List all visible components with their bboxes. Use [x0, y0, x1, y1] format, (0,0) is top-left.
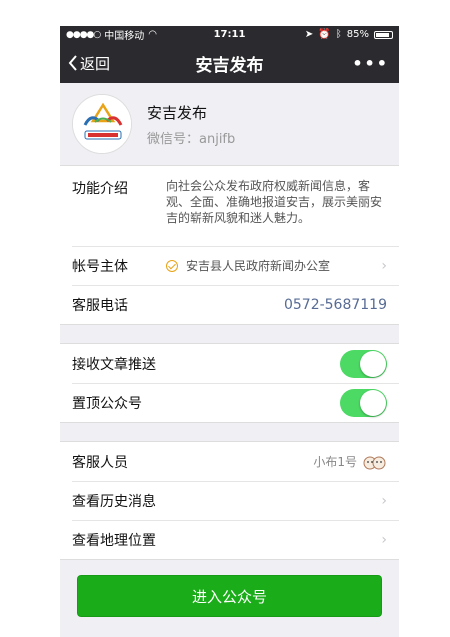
wechat-id: 微信号：anjifb	[147, 131, 236, 147]
page-title: 安吉发布	[195, 55, 264, 76]
chevron-left-icon	[68, 55, 77, 71]
pin-toggle[interactable]	[340, 388, 387, 417]
account-logo	[72, 94, 132, 154]
status-bar: ●●●●○ 中国移动 ◠ 17:11 ➤ ⏰ ᛒ 85%	[60, 26, 399, 43]
agent-value: 小布1号	[313, 455, 357, 469]
back-button[interactable]: 返回	[60, 53, 110, 74]
account-name: 安吉发布	[147, 103, 208, 122]
chevron-right-icon: ›	[381, 531, 387, 548]
receive-toggle[interactable]	[340, 349, 387, 378]
intro-label: 功能介绍	[72, 181, 128, 197]
location-row[interactable]: 查看地理位置 ›	[60, 520, 399, 559]
agent-row[interactable]: 客服人员 小布1号	[60, 442, 399, 481]
intro-text: 向社会公众发布政府权威新闻信息，客观、全面、准确地报道安吉，展示美丽安吉的崭新风…	[166, 179, 383, 225]
owner-label: 帐号主体	[72, 258, 128, 275]
details-section: 功能介绍 向社会公众发布政府权威新闻信息，客观、全面、准确地报道安吉，展示美丽安…	[60, 165, 399, 325]
pin-label: 置顶公众号	[72, 395, 142, 412]
more-section: 客服人员 小布1号 查看历史消息 › 查看地理位置 ›	[60, 441, 399, 560]
agent-avatar	[361, 451, 387, 472]
chevron-right-icon: ›	[381, 257, 387, 274]
intro-row: 功能介绍 向社会公众发布政府权威新闻信息，客观、全面、准确地报道安吉，展示美丽安…	[60, 166, 399, 246]
settings-section: 接收文章推送 置顶公众号	[60, 343, 399, 423]
history-label: 查看历史消息	[72, 493, 156, 510]
chevron-right-icon: ›	[381, 492, 387, 509]
back-label: 返回	[80, 54, 111, 73]
more-icon[interactable]: •••	[352, 54, 399, 73]
profile-header: 安吉发布 微信号：anjifb	[60, 83, 399, 165]
agent-label: 客服人员	[72, 454, 128, 471]
verified-icon	[166, 259, 178, 272]
enter-account-button[interactable]: 进入公众号	[77, 575, 382, 617]
owner-row[interactable]: 帐号主体 安吉县人民政府新闻办公室 ›	[60, 246, 399, 285]
receive-row: 接收文章推送	[60, 344, 399, 383]
phone-label: 客服电话	[72, 297, 128, 314]
phone-value[interactable]: 0572-5687119	[284, 297, 387, 313]
battery-icon	[374, 30, 393, 39]
status-time: 17:11	[213, 29, 246, 40]
phone-screen: ●●●●○ 中国移动 ◠ 17:11 ➤ ⏰ ᛒ 85% 返回 安吉发布 •••	[60, 26, 399, 637]
pin-row: 置顶公众号	[60, 383, 399, 422]
history-row[interactable]: 查看历史消息 ›	[60, 481, 399, 520]
owner-value: 安吉县人民政府新闻办公室	[186, 259, 331, 273]
phone-row[interactable]: 客服电话 0572-5687119	[60, 285, 399, 324]
nav-bar: 返回 安吉发布 •••	[60, 43, 399, 83]
location-label: 查看地理位置	[72, 532, 156, 549]
receive-label: 接收文章推送	[72, 356, 156, 373]
